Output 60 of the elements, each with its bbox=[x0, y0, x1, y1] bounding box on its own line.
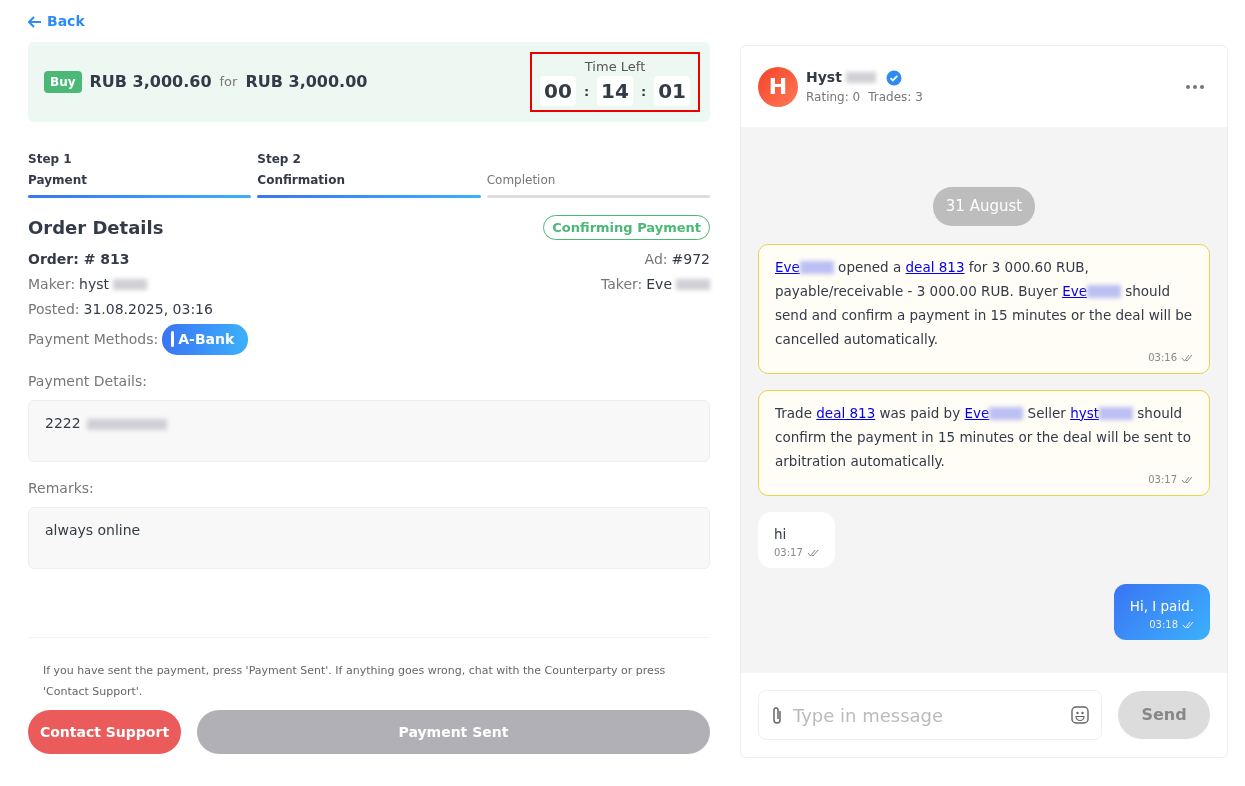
user-link[interactable]: deal 813 bbox=[905, 258, 965, 275]
system-message-text: Trade deal 813 was paid by Eve Seller hyst should confirm the payment in 15 minutes or the deal will be sent to arbitration automatically. bbox=[775, 403, 1192, 471]
taker-label: Taker: bbox=[601, 275, 643, 294]
timer-digits: 01 bbox=[654, 76, 690, 107]
double-check-icon bbox=[806, 548, 819, 557]
timer-digits: 00 bbox=[540, 76, 576, 107]
ad-label: Ad: bbox=[644, 250, 668, 269]
rating-text: Rating: 0 bbox=[806, 89, 861, 106]
emoji-icon[interactable] bbox=[1071, 706, 1089, 724]
maker-value: hyst bbox=[79, 275, 110, 294]
user-link[interactable]: Eve bbox=[1062, 282, 1121, 299]
step-number: Step 1 bbox=[28, 152, 72, 166]
message-time: 03:16 bbox=[1148, 351, 1177, 363]
maker-label: Maker: bbox=[28, 275, 76, 294]
user-link[interactable]: Eve bbox=[964, 404, 1024, 421]
remarks-label: Remarks: bbox=[28, 479, 95, 498]
remarks-value: always online bbox=[45, 522, 141, 538]
timer-label: Time Left bbox=[583, 57, 647, 76]
double-check-icon bbox=[1181, 353, 1193, 362]
taker-value: Eve bbox=[646, 275, 672, 294]
message-time: 03:17 bbox=[774, 546, 803, 558]
step-label: Payment bbox=[28, 172, 88, 189]
arrow-left-icon bbox=[28, 15, 42, 28]
price-text: RUB 3,000.00 bbox=[245, 71, 368, 93]
step-label: Confirmation bbox=[257, 172, 346, 189]
payment-details-label: Payment Details: bbox=[28, 372, 148, 391]
payment-methods-label: Payment Methods: bbox=[28, 330, 159, 349]
amount-text: RUB 3,000.60 bbox=[89, 71, 212, 93]
ad-value: #972 bbox=[671, 250, 710, 269]
avatar: H bbox=[758, 66, 798, 107]
system-message-text: Eve opened a deal 813 for 3 000.60 RUB, payable/receivable - 3 000.00 RUB. Buyer Eve should send and confirm a payment in 15 minutes or the deal will be cancelled automatically. bbox=[775, 257, 1193, 349]
date-separator: 31 August bbox=[932, 187, 1036, 226]
message-text: hi bbox=[774, 524, 788, 544]
order-number: Order: # 813 bbox=[28, 250, 130, 269]
posted-label: Posted: bbox=[28, 300, 80, 319]
timer-separator: : bbox=[583, 82, 590, 101]
user-link[interactable]: Eve bbox=[775, 258, 834, 275]
user-name: Hyst bbox=[806, 68, 842, 87]
step-label: Completion bbox=[486, 172, 557, 189]
timer-digits: 14 bbox=[597, 76, 633, 107]
payment-method-chip: A-Bank bbox=[162, 324, 249, 355]
message-text: Hi, I paid. bbox=[1129, 596, 1194, 616]
double-check-icon bbox=[1182, 620, 1194, 629]
double-check-icon bbox=[1181, 475, 1193, 484]
message-time: 03:18 bbox=[1149, 618, 1178, 630]
step-number: Step 2 bbox=[257, 152, 301, 166]
connector-text: for bbox=[219, 73, 238, 92]
message-time: 03:17 bbox=[1148, 473, 1177, 485]
more-dots-icon bbox=[1185, 84, 1205, 90]
notice-text: If you have sent the payment, press 'Payment Sent'. If anything goes wrong, chat with the Counterparty or press 'Contact Support'. bbox=[42, 663, 667, 700]
timer-separator: : bbox=[640, 82, 647, 101]
message-composer[interactable]: Type in message bbox=[758, 690, 1102, 740]
payment-details-value: 2222 bbox=[45, 415, 81, 431]
paperclip-icon[interactable] bbox=[771, 705, 783, 725]
trades-text: Trades: 3 bbox=[868, 89, 923, 106]
user-link[interactable]: deal 813 bbox=[816, 404, 876, 421]
side-badge: Buy bbox=[44, 71, 82, 93]
user-link[interactable]: hyst bbox=[1070, 404, 1133, 421]
posted-value: 31.08.2025, 03:16 bbox=[83, 300, 213, 319]
section-title: Order Details bbox=[28, 216, 164, 240]
